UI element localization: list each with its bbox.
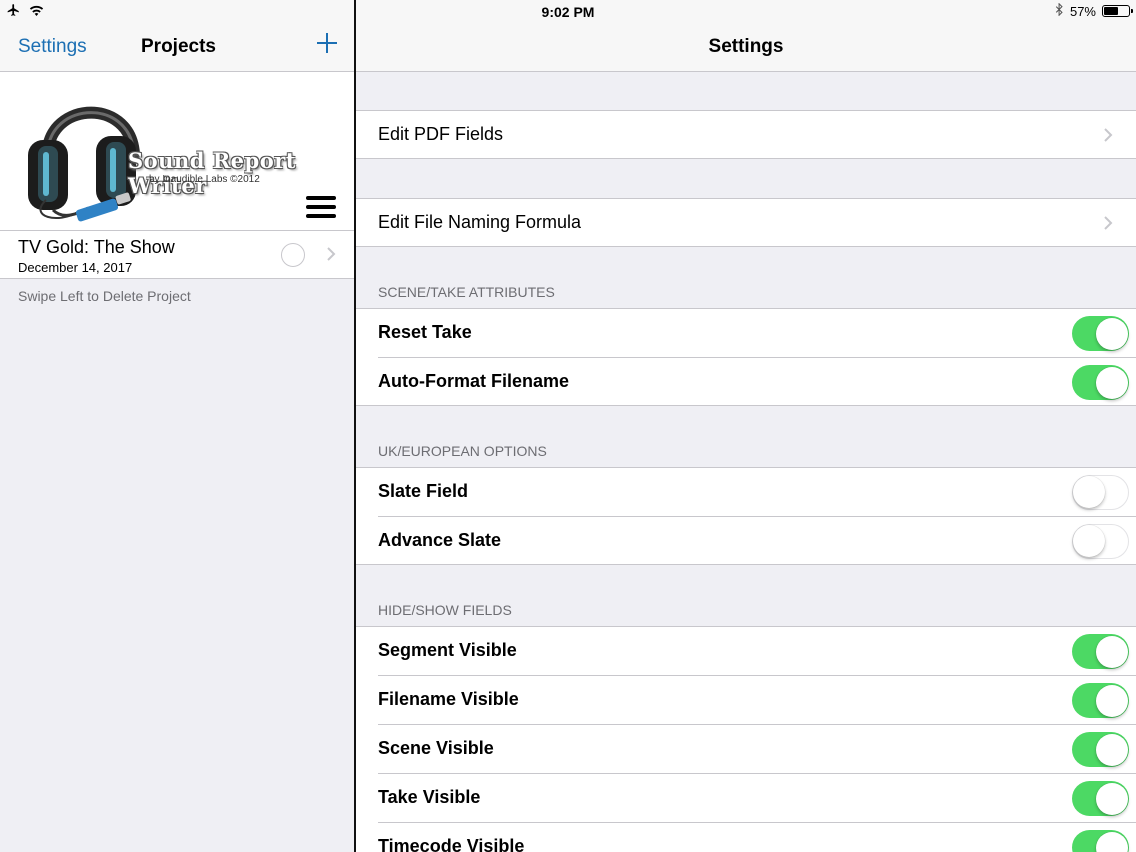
project-date: December 14, 2017 [18,260,133,275]
edit-pdf-fields-label: Edit PDF Fields [378,124,504,144]
chevron-right-icon [1103,127,1113,143]
slate-field-toggle[interactable] [1072,475,1129,510]
auto-format-toggle[interactable] [1072,365,1129,400]
scene-take-group: Reset Take Auto-Format Filename [356,308,1136,406]
settings-back-button[interactable]: Settings [18,36,87,58]
filename-visible-label: Filename Visible [378,689,519,709]
edit-pdf-fields-row[interactable]: Edit PDF Fields [356,110,1136,159]
chevron-right-icon [326,246,336,262]
project-row[interactable]: TV Gold: The Show December 14, 2017 [0,230,355,279]
section-header: HIDE/SHOW FIELDS [378,602,512,618]
slate-field-label: Slate Field [378,481,469,501]
segment-visible-toggle[interactable] [1072,634,1129,669]
take-visible-label: Take Visible [378,787,481,807]
slate-field-row: Slate Field [356,468,1136,517]
filename-visible-row: Filename Visible [356,676,1136,725]
project-name: TV Gold: The Show [18,237,175,257]
segment-visible-label: Segment Visible [378,640,517,660]
plus-icon[interactable] [314,30,340,56]
projects-pane: Settings Projects Sound Report Writer by… [0,0,355,852]
projects-title: Projects [141,36,216,57]
advance-slate-label: Advance Slate [378,530,502,550]
take-visible-toggle[interactable] [1072,781,1129,816]
split-divider [354,0,356,852]
edit-file-naming-label: Edit File Naming Formula [378,212,582,232]
filename-visible-toggle[interactable] [1072,683,1129,718]
scene-visible-toggle[interactable] [1072,732,1129,767]
reset-take-label: Reset Take [378,322,472,342]
app-logo: Sound Report Writer by Inaudible Labs ©2… [0,72,355,230]
section-header: SCENE/TAKE ATTRIBUTES [378,284,555,300]
settings-pane: Settings Edit PDF Fields Edit File Namin… [356,0,1136,852]
chevron-right-icon [1103,215,1113,231]
scene-visible-row: Scene Visible [356,725,1136,774]
auto-format-row: Auto-Format Filename [356,358,1136,407]
battery-percent: 57% [1069,3,1096,19]
reset-take-toggle[interactable] [1072,316,1129,351]
timecode-visible-toggle[interactable] [1072,830,1129,852]
swipe-hint: Swipe Left to Delete Project [18,288,191,304]
advance-slate-toggle[interactable] [1072,524,1129,559]
logo-title: Sound Report Writer [128,148,296,198]
timecode-visible-label: Timecode Visible [378,836,525,852]
battery-icon [1102,5,1133,17]
uk-options-group: Slate Field Advance Slate [356,467,1136,565]
settings-title: Settings [708,36,784,57]
auto-format-label: Auto-Format Filename [378,371,570,391]
logo-subtitle: by Inaudible Labs ©2012 [149,174,260,185]
reset-take-row: Reset Take [356,309,1136,358]
status-bar: 9:02 PM 57% [0,0,1136,22]
take-visible-row: Take Visible [356,774,1136,823]
menu-icon[interactable] [306,196,336,218]
bluetooth-icon [1055,2,1064,19]
advance-slate-row: Advance Slate [356,517,1136,566]
section-header: UK/EUROPEAN OPTIONS [378,443,547,459]
scene-visible-label: Scene Visible [378,738,494,758]
hide-show-group: Segment Visible Filename Visible Scene V… [356,626,1136,852]
edit-file-naming-row[interactable]: Edit File Naming Formula [356,198,1136,247]
segment-visible-row: Segment Visible [356,627,1136,676]
status-time: 9:02 PM [541,4,595,20]
project-select-circle[interactable] [281,243,305,267]
timecode-visible-row: Timecode Visible [356,823,1136,852]
